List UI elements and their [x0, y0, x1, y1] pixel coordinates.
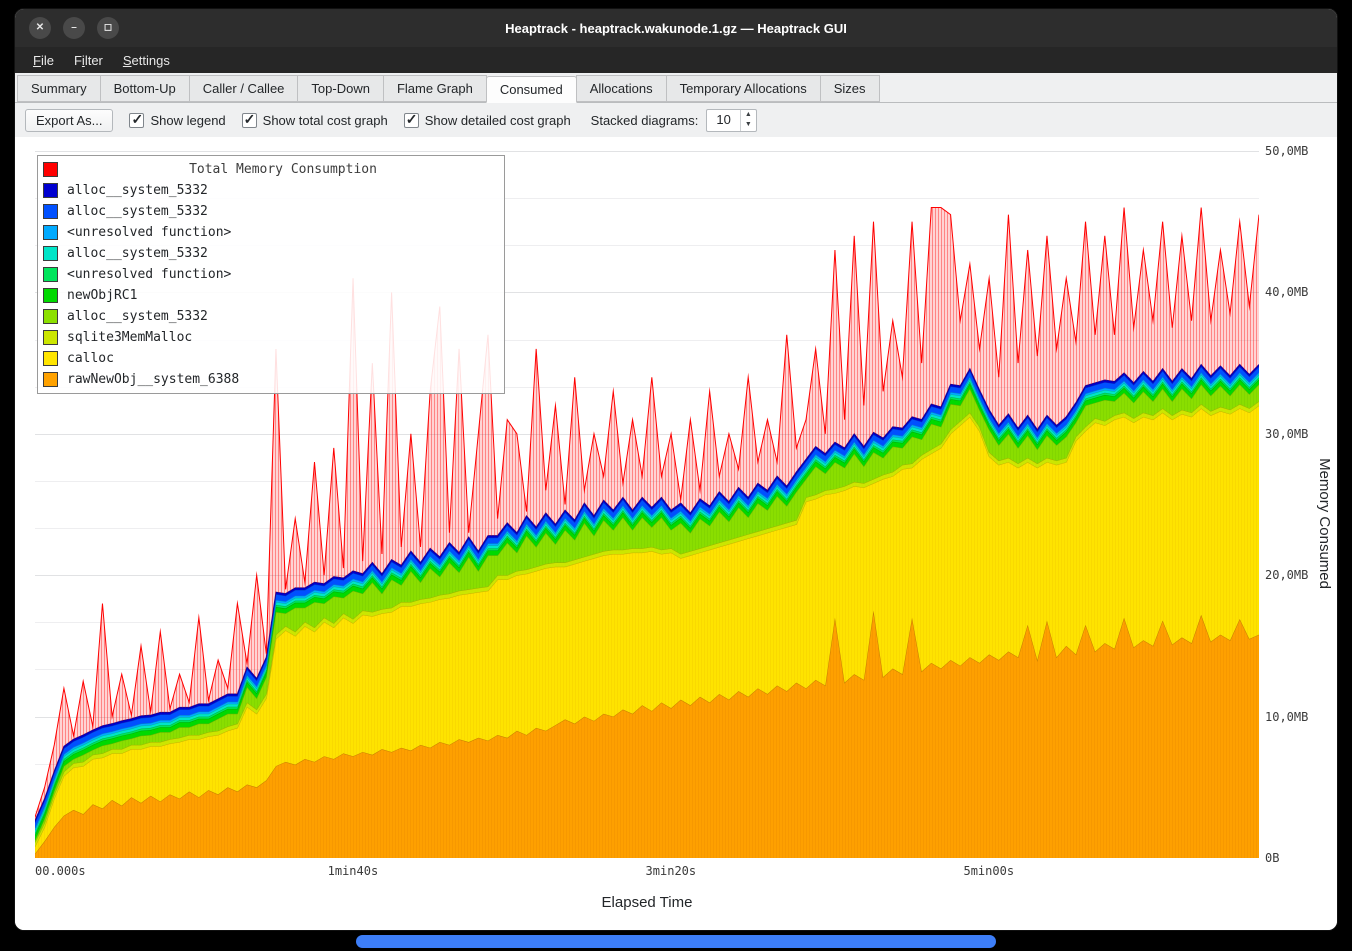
window-title: Heaptrack - heaptrack.wakunode.1.gz — He…	[505, 21, 847, 36]
maximize-button[interactable]: ◻	[97, 17, 119, 39]
x-tick-label: 1min40s	[328, 864, 379, 878]
legend-label: alloc__system_5332	[67, 309, 208, 324]
y-axis-title: Memory Consumed	[1316, 458, 1333, 589]
legend-label: Total Memory Consumption	[67, 162, 499, 177]
x-axis-ticks: 00.000s 1min40s 3min20s 5min00s	[35, 864, 1259, 880]
spin-down-button[interactable]: ▼	[741, 120, 756, 131]
close-icon: ✕	[36, 23, 44, 33]
legend-swatch	[43, 309, 58, 324]
bottom-scrollbar-thumb[interactable]	[356, 935, 996, 948]
x-tick-label: 00.000s	[35, 864, 86, 878]
y-tick-label: 0B	[1265, 851, 1279, 865]
legend-swatch	[43, 162, 58, 177]
heaptrack-window: ✕ – ◻ Heaptrack - heaptrack.wakunode.1.g…	[14, 8, 1338, 931]
menu-settings[interactable]: Settings	[113, 50, 180, 71]
legend-swatch	[43, 246, 58, 261]
x-tick-label: 5min00s	[963, 864, 1014, 878]
tab-bottom-up[interactable]: Bottom-Up	[100, 75, 190, 102]
checkbox-check-icon	[129, 113, 144, 128]
legend-swatch	[43, 351, 58, 366]
show-detailed-cost-checkbox[interactable]: Show detailed cost graph	[404, 113, 571, 128]
legend-swatch	[43, 330, 58, 345]
spinbox-buttons: ▲ ▼	[740, 110, 756, 131]
tab-consumed[interactable]: Consumed	[486, 76, 577, 103]
legend-item: rawNewObj__system_6388	[43, 369, 499, 390]
chart-area: Total Memory Consumption alloc__system_53…	[15, 137, 1337, 930]
tab-temporary-allocations[interactable]: Temporary Allocations	[666, 75, 821, 102]
spin-up-button[interactable]: ▲	[741, 110, 756, 121]
titlebar[interactable]: ✕ – ◻ Heaptrack - heaptrack.wakunode.1.g…	[15, 9, 1337, 47]
legend-label: alloc__system_5332	[67, 204, 208, 219]
stacked-diagrams-spinbox[interactable]: 10 ▲ ▼	[706, 109, 756, 132]
legend-label: newObjRC1	[67, 288, 137, 303]
show-total-cost-checkbox[interactable]: Show total cost graph	[242, 113, 388, 128]
legend: Total Memory Consumption alloc__system_53…	[37, 155, 505, 394]
checkbox-label: Show total cost graph	[263, 113, 388, 128]
minimize-icon: –	[71, 23, 77, 33]
tabbar: Summary Bottom-Up Caller / Callee Top-Do…	[15, 73, 1337, 103]
legend-swatch	[43, 204, 58, 219]
legend-label: <unresolved function>	[67, 267, 231, 282]
spinbox-value: 10	[707, 110, 739, 131]
legend-swatch	[43, 183, 58, 198]
stacked-diagrams-label: Stacked diagrams:	[591, 113, 699, 128]
x-tick-label: 3min20s	[646, 864, 697, 878]
legend-label: alloc__system_5332	[67, 183, 208, 198]
legend-swatch	[43, 267, 58, 282]
maximize-icon: ◻	[104, 23, 112, 33]
legend-swatch	[43, 225, 58, 240]
legend-label: alloc__system_5332	[67, 246, 208, 261]
legend-item: alloc__system_5332	[43, 243, 499, 264]
tab-top-down[interactable]: Top-Down	[297, 75, 384, 102]
menu-file[interactable]: File	[23, 50, 64, 71]
x-axis-title: Elapsed Time	[35, 894, 1259, 911]
menubar: File Filter Settings	[15, 47, 1337, 73]
checkbox-label: Show detailed cost graph	[425, 113, 571, 128]
legend-label: rawNewObj__system_6388	[67, 372, 239, 387]
legend-item: calloc	[43, 348, 499, 369]
legend-item: alloc__system_5332	[43, 201, 499, 222]
tab-sizes[interactable]: Sizes	[820, 75, 880, 102]
legend-label: sqlite3MemMalloc	[67, 330, 192, 345]
export-as-button[interactable]: Export As...	[25, 109, 113, 132]
tab-allocations[interactable]: Allocations	[576, 75, 667, 102]
tab-summary[interactable]: Summary	[17, 75, 101, 102]
legend-item: newObjRC1	[43, 285, 499, 306]
y-tick-label: 50,0MB	[1265, 144, 1308, 158]
show-legend-checkbox[interactable]: Show legend	[129, 113, 225, 128]
legend-item: <unresolved function>	[43, 264, 499, 285]
legend-swatch	[43, 372, 58, 387]
checkbox-label: Show legend	[150, 113, 225, 128]
legend-item: alloc__system_5332	[43, 306, 499, 327]
menu-filter[interactable]: Filter	[64, 50, 113, 71]
legend-swatch	[43, 288, 58, 303]
y-tick-label: 10,0MB	[1265, 710, 1308, 724]
minimize-button[interactable]: –	[63, 17, 85, 39]
y-tick-label: 30,0MB	[1265, 427, 1308, 441]
tab-caller-callee[interactable]: Caller / Callee	[189, 75, 299, 102]
close-button[interactable]: ✕	[29, 17, 51, 39]
legend-label: calloc	[67, 351, 114, 366]
legend-label: <unresolved function>	[67, 225, 231, 240]
y-tick-label: 40,0MB	[1265, 285, 1308, 299]
y-tick-label: 20,0MB	[1265, 568, 1308, 582]
legend-title-row: Total Memory Consumption	[43, 159, 499, 180]
toolbar: Export As... Show legend Show total cost…	[15, 103, 1337, 137]
tab-flame-graph[interactable]: Flame Graph	[383, 75, 487, 102]
memory-consumption-plot[interactable]: Total Memory Consumption alloc__system_53…	[35, 151, 1259, 858]
legend-item: sqlite3MemMalloc	[43, 327, 499, 348]
legend-item: <unresolved function>	[43, 222, 499, 243]
checkbox-check-icon	[404, 113, 419, 128]
checkbox-check-icon	[242, 113, 257, 128]
legend-item: alloc__system_5332	[43, 180, 499, 201]
window-controls: ✕ – ◻	[29, 9, 119, 47]
